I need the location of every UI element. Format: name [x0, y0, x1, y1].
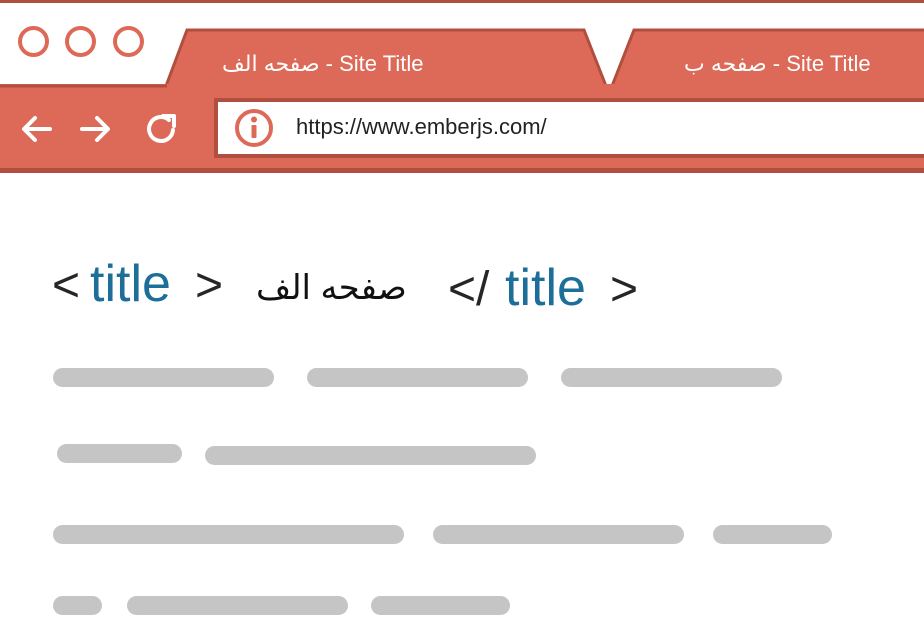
- open-close-bracket: >: [195, 259, 224, 312]
- placeholder-line: [53, 525, 404, 544]
- tab-page-alef[interactable]: صفحه الف - Site Title: [222, 48, 423, 80]
- placeholder-line: [205, 446, 536, 465]
- close-bracket-end: >: [610, 263, 639, 316]
- placeholder-line: [53, 596, 102, 615]
- arrow-left-icon[interactable]: [20, 112, 54, 146]
- close-bracket-start: </: [448, 263, 490, 316]
- arrow-right-icon[interactable]: [78, 112, 112, 146]
- url-text[interactable]: https://www.emberjs.com/: [296, 110, 547, 144]
- tab-page-be[interactable]: صفحه ب - Site Title: [684, 48, 871, 80]
- placeholder-line: [371, 596, 510, 615]
- placeholder-line: [713, 525, 832, 544]
- placeholder-line: [127, 596, 348, 615]
- browser-window: صفحه الف - Site Title صفحه ب - Site Titl…: [0, 0, 924, 639]
- reload-icon[interactable]: [145, 112, 179, 146]
- title-tag-example: < title > صفحه الف </ title >: [52, 250, 672, 330]
- placeholder-line: [433, 525, 684, 544]
- minimize-window-icon[interactable]: [65, 26, 96, 57]
- placeholder-line: [53, 368, 274, 387]
- close-tag-name: title: [505, 259, 586, 317]
- maximize-window-icon[interactable]: [113, 26, 144, 57]
- page-title-text: صفحه الف: [256, 269, 407, 307]
- placeholder-line: [561, 368, 782, 387]
- placeholder-line: [307, 368, 528, 387]
- open-bracket: <: [52, 259, 81, 312]
- open-tag-name: title: [90, 255, 171, 313]
- placeholder-line: [57, 444, 182, 463]
- info-icon[interactable]: [234, 108, 274, 148]
- close-window-icon[interactable]: [18, 26, 49, 57]
